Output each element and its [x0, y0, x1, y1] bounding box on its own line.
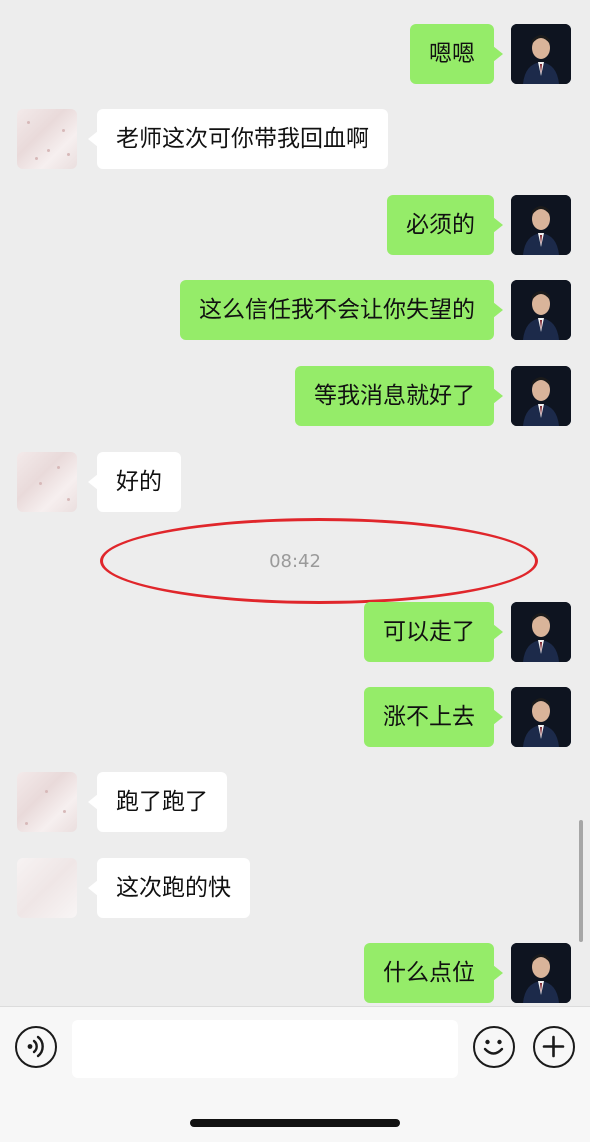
input-bar [0, 1006, 590, 1142]
contact-avatar[interactable] [17, 772, 77, 832]
message-row-other: 老师这次可你带我回血啊 [0, 109, 590, 169]
message-bubble-other[interactable]: 好的 [88, 452, 181, 512]
user-avatar[interactable] [511, 195, 571, 255]
message-bubble-self[interactable]: 什么点位 [364, 943, 503, 1003]
contact-avatar[interactable] [17, 452, 77, 512]
message-bubble-other[interactable]: 老师这次可你带我回血啊 [88, 109, 388, 169]
message-bubble-other[interactable]: 这次跑的快 [88, 858, 250, 918]
user-avatar[interactable] [511, 602, 571, 662]
message-input[interactable] [72, 1020, 458, 1078]
voice-button[interactable] [15, 1026, 57, 1068]
message-bubble-self[interactable]: 可以走了 [364, 602, 503, 662]
message-bubble-self[interactable]: 必须的 [387, 195, 503, 255]
message-bubble-self[interactable]: 这么信任我不会让你失望的 [180, 280, 503, 340]
message-bubble-self[interactable]: 等我消息就好了 [295, 366, 503, 426]
plus-icon [542, 1035, 565, 1058]
more-button[interactable] [533, 1026, 575, 1068]
chat-scrollbar[interactable] [579, 820, 583, 942]
message-row-self: 什么点位 [0, 943, 590, 1003]
user-avatar[interactable] [511, 943, 571, 1003]
message-row-self: 这么信任我不会让你失望的 [0, 280, 590, 340]
contact-avatar[interactable] [17, 109, 77, 169]
message-row-self: 等我消息就好了 [0, 366, 590, 426]
message-row-self: 可以走了 [0, 602, 590, 662]
message-bubble-self[interactable]: 涨不上去 [364, 687, 503, 747]
chat-area: 嗯嗯 老师这次可你带我回血啊 必须的 这么信任我不会让你失望的 等我消息就好了 … [0, 0, 590, 1006]
user-avatar[interactable] [511, 687, 571, 747]
message-row-self: 必须的 [0, 195, 590, 255]
contact-avatar[interactable] [17, 858, 77, 918]
message-bubble-self[interactable]: 嗯嗯 [410, 24, 503, 84]
message-row-other: 这次跑的快 [0, 858, 590, 918]
user-avatar[interactable] [511, 366, 571, 426]
user-avatar[interactable] [511, 24, 571, 84]
user-avatar[interactable] [511, 280, 571, 340]
voice-wave-icon [27, 1035, 44, 1058]
message-row-self: 嗯嗯 [0, 24, 590, 84]
message-timestamp: 08:42 [269, 551, 321, 572]
smiley-icon [483, 1039, 504, 1055]
home-indicator[interactable] [190, 1119, 400, 1127]
message-bubble-other[interactable]: 跑了跑了 [88, 772, 227, 832]
message-row-self: 涨不上去 [0, 687, 590, 747]
message-row-other: 跑了跑了 [0, 772, 590, 832]
message-row-other: 好的 [0, 452, 590, 512]
emoji-button[interactable] [473, 1026, 515, 1068]
